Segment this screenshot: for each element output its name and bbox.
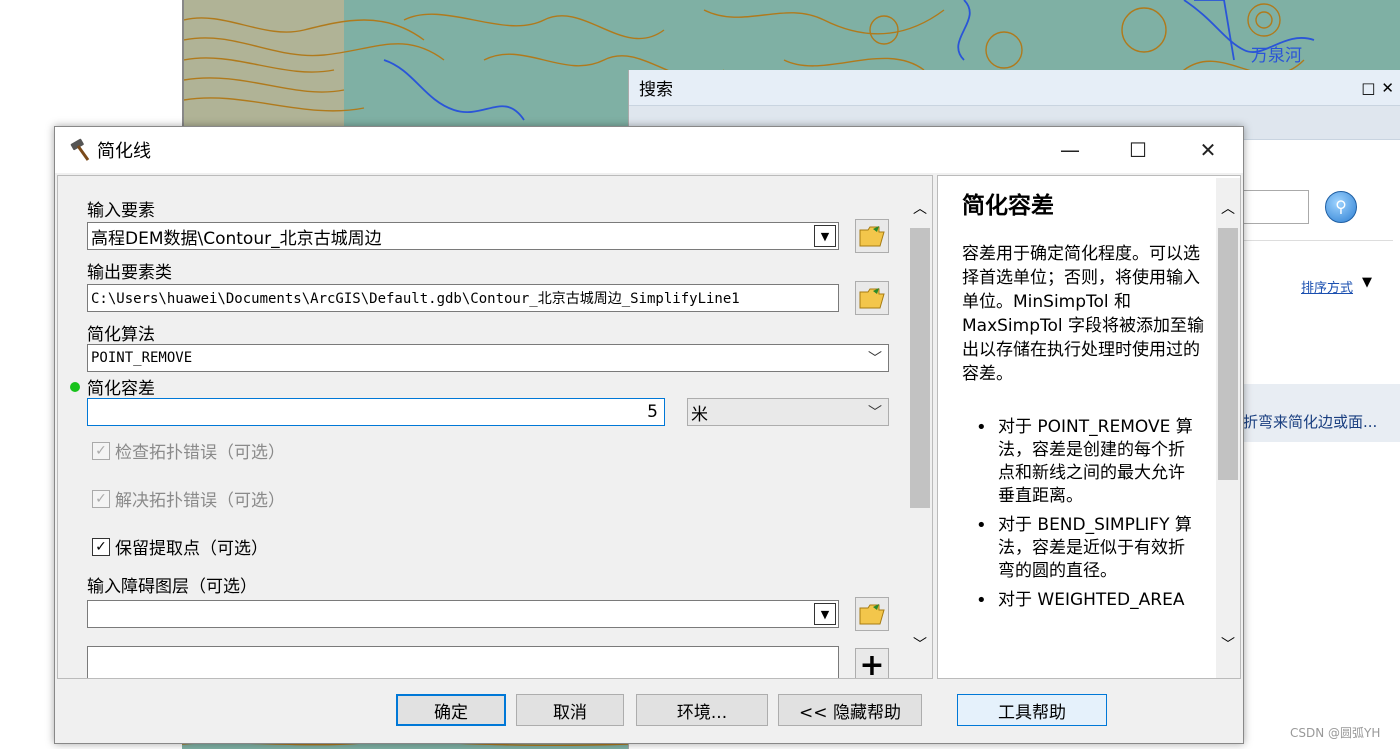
watermark: CSDN @圆弧YH — [1290, 726, 1381, 740]
input-features-dropdown[interactable]: ▼ — [814, 225, 836, 247]
barriers-label: 输入障碍图层（可选） — [87, 577, 257, 597]
maximize-icon: ☐ — [1129, 138, 1147, 162]
caret-down-icon[interactable]: ▼ — [1362, 275, 1372, 290]
chevron-up-icon[interactable]: ︿ — [910, 198, 930, 218]
chevron-down-icon[interactable]: ﹀ — [868, 402, 882, 422]
scrollbar-thumb[interactable] — [910, 228, 930, 508]
add-barrier-button[interactable]: + — [855, 647, 889, 679]
chevron-up-icon[interactable]: ︿ — [1218, 198, 1238, 218]
plus-icon: + — [859, 647, 885, 679]
minimize-button[interactable]: — — [1035, 127, 1105, 173]
dialog-titlebar: 简化线 — ☐ ✕ — [55, 127, 1243, 173]
help-title: 简化容差 — [962, 193, 1054, 219]
sort-by-link[interactable]: 排序方式 — [1301, 277, 1353, 296]
tool-help-button[interactable]: 工具帮助 — [957, 694, 1107, 726]
form-scrollbar[interactable]: ︿ ﹀ — [908, 178, 932, 678]
minimize-icon: — — [1060, 138, 1080, 162]
help-pane: 简化容差 容差用于确定简化程度。可以选择首选单位；否则，将使用输入单位。MinS… — [937, 175, 1241, 679]
browse-barriers-button[interactable] — [855, 597, 889, 631]
tolerance-input[interactable]: 5 — [87, 398, 665, 426]
barriers-list[interactable] — [87, 646, 839, 678]
list-item: 对于 POINT_REMOVE 算法，容差是创建的每个折点和新线之间的最大允许垂… — [976, 416, 1198, 508]
help-bullets: 对于 POINT_REMOVE 算法，容差是创建的每个折点和新线之间的最大允许垂… — [976, 416, 1198, 618]
chevron-down-icon[interactable]: ﹀ — [868, 348, 882, 368]
output-class-field[interactable]: C:\Users\huawei\Documents\ArcGIS\Default… — [87, 284, 839, 312]
hammer-icon — [70, 138, 90, 161]
input-features-label: 输入要素 — [87, 201, 155, 221]
cancel-button[interactable]: 取消 — [516, 694, 624, 726]
search-window-controls: □ ✕ — [1361, 79, 1400, 97]
search-window-title: 搜索 — [639, 80, 673, 100]
search-titlebar: 搜索 □ ✕ — [629, 70, 1400, 106]
barriers-field[interactable] — [87, 600, 839, 628]
folder-open-icon — [859, 604, 885, 625]
algorithm-label: 简化算法 — [87, 325, 155, 345]
browse-input-button[interactable] — [855, 219, 889, 253]
resolve-topology-checkbox[interactable]: ✓ 解决拓扑错误（可选） — [92, 486, 285, 511]
tolerance-unit-select[interactable]: 米 — [687, 398, 889, 426]
tolerance-label: 简化容差 — [87, 379, 155, 399]
input-features-field[interactable]: 高程DEM数据\Contour_北京古城周边 — [87, 222, 839, 250]
ok-button[interactable]: 确定 — [396, 694, 506, 726]
search-input[interactable] — [1241, 190, 1309, 224]
chevron-down-icon[interactable]: ﹀ — [1218, 634, 1238, 654]
algorithm-select[interactable]: POINT_REMOVE — [87, 344, 889, 372]
maximize-icon[interactable]: □ — [1361, 79, 1375, 97]
close-button[interactable]: ✕ — [1173, 127, 1243, 173]
keep-points-checkbox[interactable]: ✓ 保留提取点（可选） — [92, 534, 268, 559]
divider — [1241, 240, 1393, 241]
maximize-button[interactable]: ☐ — [1103, 127, 1173, 173]
close-icon[interactable]: ✕ — [1381, 79, 1394, 97]
simplify-line-dialog: 简化线 — ☐ ✕ 输入要素 高程DEM数据\Contour_北京古城周边 ▼ … — [54, 126, 1244, 744]
resolve-topology-label: 解决拓扑错误（可选） — [115, 491, 285, 511]
search-result-snippet[interactable]: 折弯来简化边或面... — [1243, 411, 1377, 432]
help-scrollbar[interactable]: ︿ ﹀ — [1216, 178, 1240, 678]
list-item: 对于 BEND_SIMPLIFY 算法，容差是近似于有效折弯的圆的直径。 — [976, 514, 1198, 583]
environments-button[interactable]: 环境... — [636, 694, 768, 726]
checkmark-icon: ✓ — [92, 441, 110, 460]
list-item: 对于 WEIGHTED_AREA — [976, 589, 1198, 612]
check-topology-label: 检查拓扑错误（可选） — [115, 443, 285, 463]
chevron-down-icon[interactable]: ﹀ — [910, 634, 930, 654]
required-indicator — [70, 382, 80, 392]
help-body: 容差用于确定简化程度。可以选择首选单位；否则，将使用输入单位。MinSimpTo… — [962, 244, 1205, 384]
parameters-pane: 输入要素 高程DEM数据\Contour_北京古城周边 ▼ 输出要素类 C:\U… — [57, 175, 933, 679]
dialog-title: 简化线 — [97, 141, 151, 162]
scrollbar-thumb[interactable] — [1218, 228, 1238, 480]
barriers-dropdown[interactable]: ▼ — [814, 603, 836, 625]
checkmark-icon: ✓ — [92, 537, 110, 556]
output-class-label: 输出要素类 — [87, 263, 172, 283]
browse-output-button[interactable] — [855, 281, 889, 315]
keep-points-label: 保留提取点（可选） — [115, 539, 268, 559]
close-icon: ✕ — [1199, 138, 1217, 162]
hide-help-button[interactable]: << 隐藏帮助 — [778, 694, 922, 726]
map-river-label: 万泉河 — [1251, 46, 1302, 66]
folder-open-icon — [859, 288, 885, 309]
search-icon[interactable]: ⚲ — [1325, 191, 1357, 223]
folder-open-icon — [859, 226, 885, 247]
check-topology-checkbox[interactable]: ✓ 检查拓扑错误（可选） — [92, 438, 285, 463]
caret-down-icon: ▼ — [820, 229, 830, 243]
caret-down-icon: ▼ — [820, 607, 830, 621]
checkmark-icon: ✓ — [92, 489, 110, 508]
